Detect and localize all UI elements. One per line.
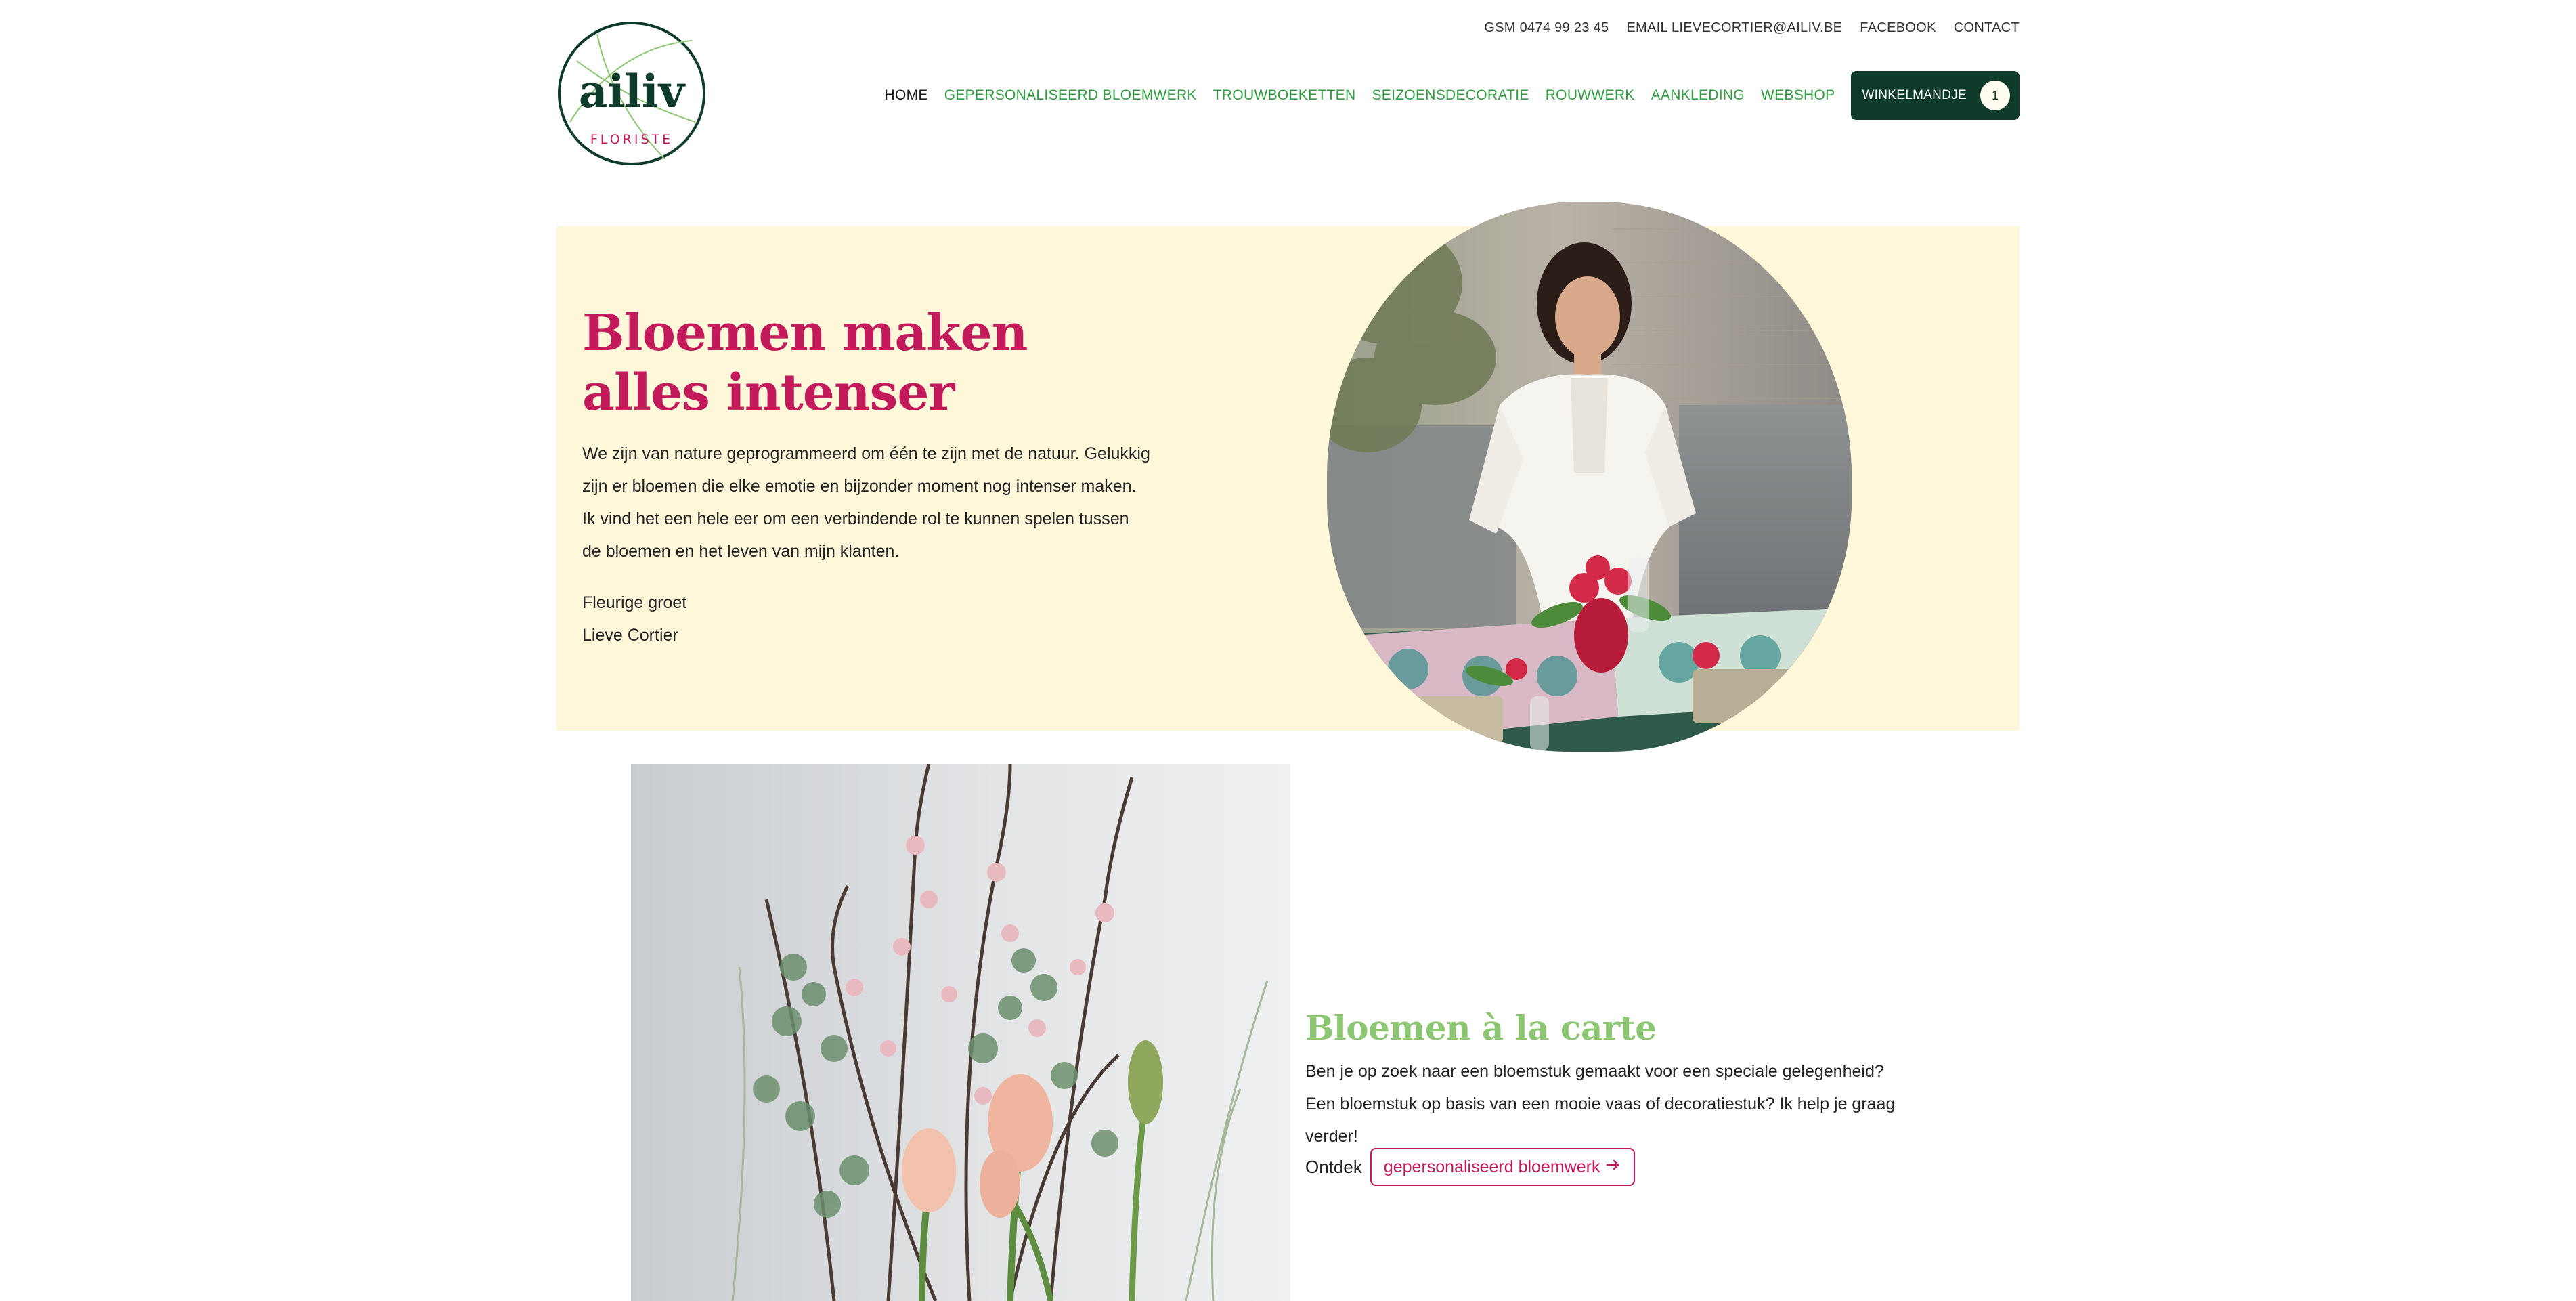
nav-trouwboeketten[interactable]: TROUWBOEKETTEN (1213, 87, 1356, 104)
carte-title: Bloemen à la carte (1305, 1008, 1657, 1048)
logo[interactable]: ailiv FLORISTE (556, 20, 707, 167)
nav-aankleding[interactable]: AANKLEDING (1651, 87, 1745, 104)
discover-label: Ontdek (1305, 1156, 1362, 1177)
portrait-photo (1327, 202, 1852, 752)
hero-signature-block: Fleurige groet Lieve Cortier (582, 586, 988, 652)
facebook-link[interactable]: FACEBOOK (1860, 20, 1936, 36)
discover-row: Ontdek gepersonaliseerd bloemwerk (1305, 1148, 1636, 1186)
main-nav: HOME GEPERSONALISEERD BLOEMWERK TROUWBOE… (884, 71, 2020, 120)
logo-subtitle: FLORISTE (590, 132, 673, 147)
nav-seizoensdecoratie[interactable]: SEIZOENSDECORATIE (1372, 87, 1529, 104)
personalized-bloemwerk-button[interactable]: gepersonaliseerd bloemwerk (1370, 1148, 1636, 1186)
contact-link[interactable]: CONTACT (1954, 20, 2020, 36)
hero-greeting: Fleurige groet (582, 593, 687, 612)
arrow-right-icon (1605, 1157, 1621, 1178)
flower-arrangement-photo (631, 764, 1290, 1301)
hero-signature: Lieve Cortier (582, 626, 678, 645)
logo-wordmark: ailiv (579, 65, 686, 118)
nav-gepersonaliseerd-bloemwerk[interactable]: GEPERSONALISEERD BLOEMWERK (944, 87, 1197, 104)
carte-text: Ben je op zoek naar een bloemstuk gemaak… (1305, 1062, 1896, 1146)
email-link[interactable]: EMAIL LIEVECORTIER@AILIV.BE (1626, 20, 1842, 36)
phone-link[interactable]: GSM 0474 99 23 45 (1484, 20, 1609, 36)
nav-rouwwerk[interactable]: ROUWWERK (1546, 87, 1635, 104)
nav-home[interactable]: HOME (884, 87, 927, 104)
cart-count-badge: 1 (1980, 81, 2010, 110)
hero-text: We zijn van nature geprogrammeerd om één… (582, 444, 1150, 561)
hero-title: Bloemen maken alles intenser (582, 304, 1028, 422)
discover-button-label: gepersonaliseerd bloemwerk (1383, 1157, 1600, 1176)
cart-label: WINKELMANDJE (1862, 88, 1967, 102)
top-contact-bar: GSM 0474 99 23 45 EMAIL LIEVECORTIER@AIL… (1484, 20, 2020, 36)
cart-button[interactable]: WINKELMANDJE 1 (1851, 71, 2020, 120)
nav-webshop[interactable]: WEBSHOP (1761, 87, 1835, 104)
